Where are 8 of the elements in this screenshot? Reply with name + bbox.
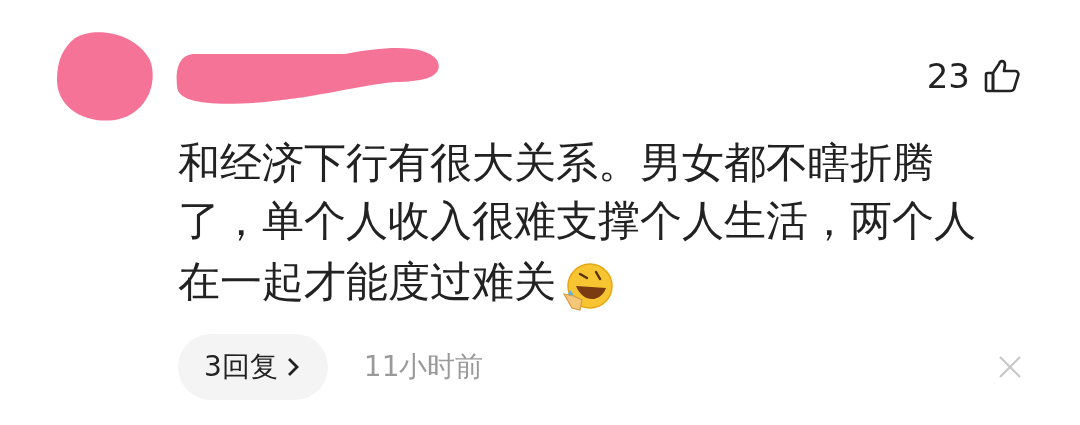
like-count: 23 <box>926 56 970 96</box>
comment-text-line: 了，单个人收入很难支撑个人生活，两个人 <box>178 195 976 247</box>
thumbs-up-icon[interactable] <box>984 58 1020 94</box>
timestamp: 11小时前 <box>363 349 484 385</box>
comment-text-line: 和经济下行有很大关系。男女都不瞎折腾 <box>178 137 934 189</box>
comment-text-line: 在一起才能度过难关 <box>178 256 556 308</box>
laughing-emoji-icon <box>560 260 614 314</box>
replies-button[interactable]: 3回复 <box>178 334 328 400</box>
